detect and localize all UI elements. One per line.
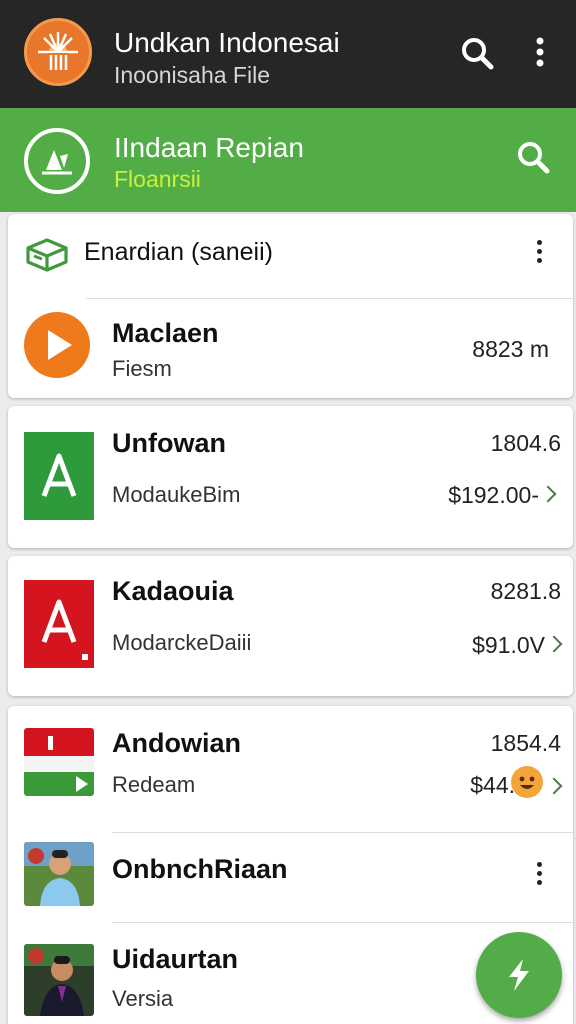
- divider: [86, 298, 573, 299]
- list-item[interactable]: Unfowan ModaukeBim 1804.6 $192.00-: [8, 406, 573, 548]
- more-vert-icon[interactable]: [535, 862, 543, 889]
- category-subtitle: Floanrsii: [114, 166, 201, 192]
- fab-button[interactable]: [476, 932, 562, 1018]
- item-title: OnbnchRiaan: [112, 854, 288, 884]
- app-logo-icon: [24, 18, 92, 86]
- chevron-right-icon: [545, 777, 563, 795]
- item-title: Maclaen: [112, 318, 219, 348]
- item-subtitle: Fiesm: [112, 356, 172, 381]
- bolt-icon: [509, 959, 529, 991]
- play-icon: [24, 312, 90, 378]
- flag-app-icon: [24, 728, 94, 796]
- item-subtitle: Redeam: [112, 772, 196, 797]
- app-subtitle: Inoonisaha File: [114, 62, 270, 88]
- item-subtitle: ModarckeDaiii: [112, 630, 252, 655]
- item-subtitle: Versia: [112, 986, 174, 1011]
- item-title: Uidaurtan: [112, 944, 239, 974]
- search-icon[interactable]: [458, 34, 498, 79]
- more-vert-icon[interactable]: [535, 240, 543, 267]
- category-search-icon[interactable]: [514, 138, 554, 183]
- section-card: Enardian (saneii) Maclaen Fiesm 8823 m: [8, 214, 573, 398]
- item-price: $192.00-: [448, 482, 539, 508]
- item-value: 8823 m: [472, 336, 549, 362]
- list-item[interactable]: Kadaouia ModarckeDaiii 8281.8 $91.0V: [8, 556, 573, 696]
- more-vert-icon[interactable]: [530, 34, 550, 79]
- item-subtitle: ModaukeBim: [112, 482, 241, 507]
- category-title: IIndaan Repian: [114, 132, 304, 163]
- item-title: Unfowan: [112, 428, 226, 458]
- item-price: $44.: [470, 772, 515, 798]
- app-title: Undkan Indonesai: [114, 27, 340, 58]
- app-a-red-icon: [24, 580, 94, 668]
- person-avatar: [24, 944, 94, 1016]
- app-a-icon: [24, 432, 94, 520]
- item-value: 8281.8: [490, 578, 561, 604]
- item-title: Andowian: [112, 728, 241, 758]
- chevron-right-icon: [539, 485, 557, 503]
- box-icon: [24, 236, 70, 277]
- item-value: 1804.6: [490, 430, 561, 456]
- item-price: $91.0V: [472, 632, 545, 658]
- divider: [112, 922, 573, 923]
- item-title: Kadaouia: [112, 576, 234, 606]
- category-logo-icon: [24, 128, 90, 194]
- item-value: 1854.4: [490, 730, 561, 756]
- section-header-label: Enardian (saneii): [84, 238, 273, 266]
- person-avatar: [24, 842, 94, 906]
- divider: [112, 832, 573, 833]
- category-bar: IIndaan Repian Floanrsii: [0, 108, 576, 212]
- app-bar: Undkan Indonesai Inoonisaha File: [0, 0, 576, 108]
- chevron-right-icon: [545, 635, 563, 653]
- smile-emoji-icon: [511, 766, 543, 798]
